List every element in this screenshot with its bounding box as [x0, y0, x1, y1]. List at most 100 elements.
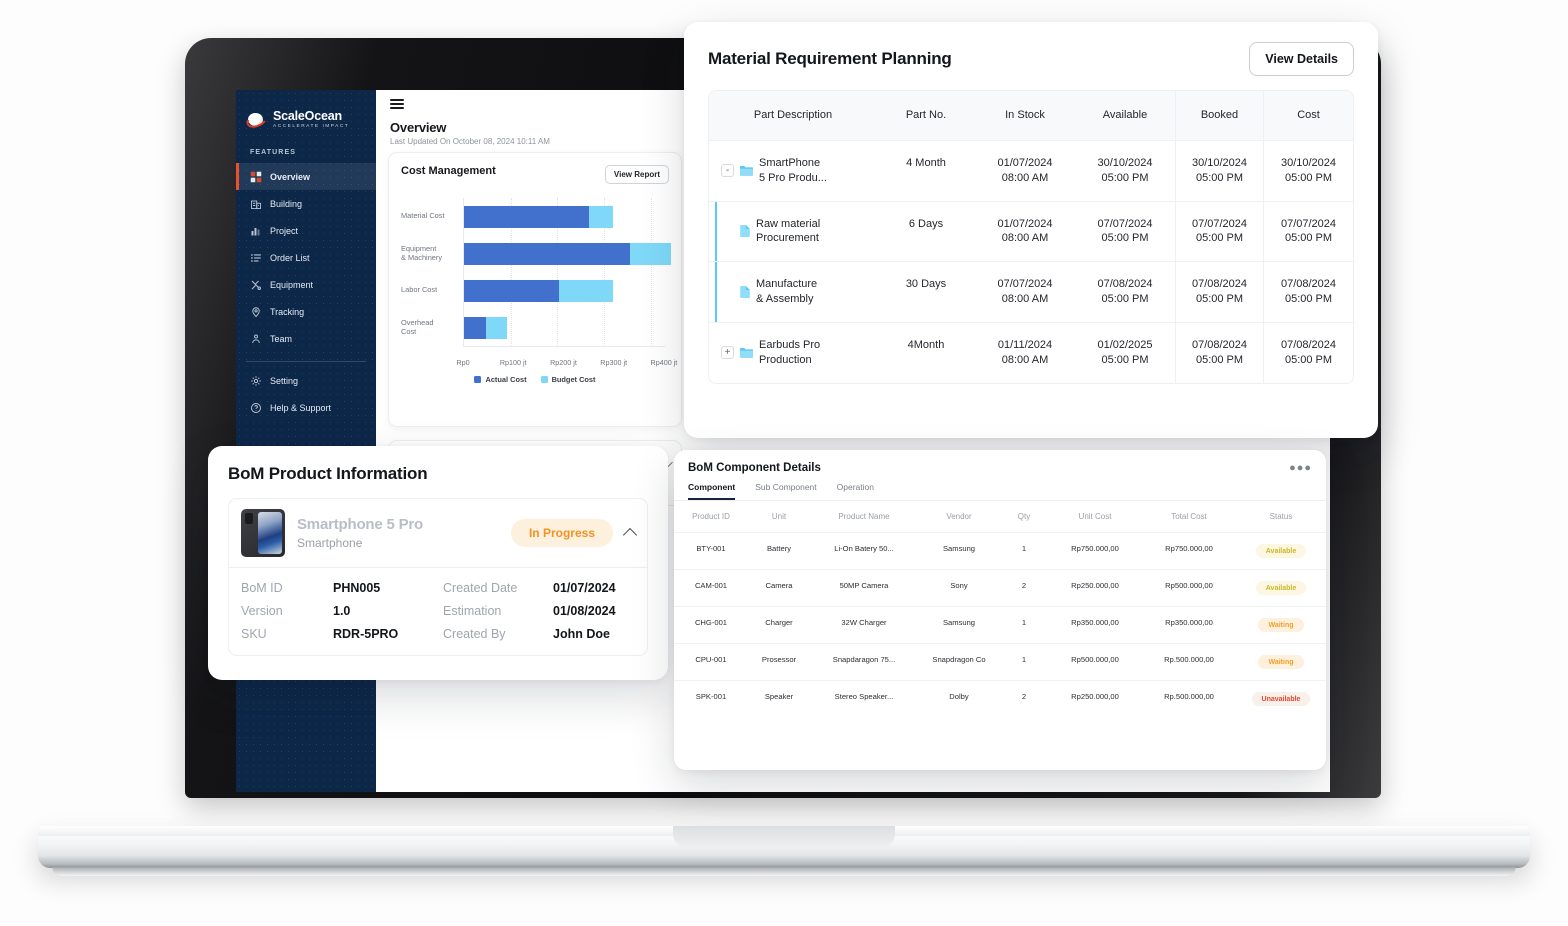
- table-row[interactable]: BTY-001 Battery Li-On Batery 50... Samsung 1…: [674, 533, 1326, 570]
- bom-cell: 1: [1021, 544, 1027, 553]
- mrp-table-row[interactable]: - SmartPhone 5 Pro Produ... 4 Month 01/07/20…: [709, 140, 1353, 202]
- chart-bar-actual: [464, 205, 589, 228]
- bom-cell: Snapdragon Co: [932, 655, 986, 664]
- tab-component[interactable]: Component: [688, 482, 736, 500]
- file-icon: [740, 225, 750, 238]
- sidebar-item-overview[interactable]: Overview: [236, 163, 376, 191]
- chart-bar-row: Labor Cost: [401, 272, 665, 309]
- mrp-cell: 01/02/2025 05:00 PM: [1097, 338, 1153, 366]
- view-report-button[interactable]: View Report: [604, 165, 669, 184]
- mrp-cell: 07/07/2024 08:00 AM: [997, 278, 1053, 306]
- sidebar-item-label: Building: [270, 198, 303, 209]
- chart-bar-budget: [629, 242, 671, 265]
- bom-column-header: Product ID: [692, 512, 730, 521]
- bom-cell: Camera: [765, 581, 793, 590]
- table-row[interactable]: CHG-001 Charger 32W Charger Samsung 1 Rp350.0…: [674, 607, 1326, 644]
- chart-legend-item: Budget Cost: [540, 375, 596, 384]
- bom-field-key: Estimation: [443, 604, 502, 618]
- mrp-table-row[interactable]: Raw material Procurement 6 Days 01/07/2024 0…: [709, 201, 1353, 263]
- tab-operation[interactable]: Operation: [837, 482, 874, 500]
- bom-cell: 2: [1021, 581, 1027, 590]
- sidebar-item-tracking[interactable]: Tracking: [236, 298, 376, 325]
- sidebar-item-order-list[interactable]: Order List: [236, 244, 376, 271]
- bom-cell: Rp750.000,00: [1165, 544, 1213, 553]
- tab-sub-component[interactable]: Sub Component: [755, 482, 816, 500]
- mrp-header: Material Requirement Planning View Detai…: [684, 22, 1378, 90]
- hamburger-icon[interactable]: [390, 96, 404, 111]
- folder-icon: [740, 165, 753, 176]
- file-icon: [740, 286, 750, 299]
- chart-x-tick: Rp400 jt: [650, 358, 678, 367]
- sidebar-item-equipment[interactable]: Equipment: [236, 271, 376, 298]
- mrp-expand-toggle[interactable]: -: [721, 164, 734, 178]
- brand-logo: ScaleOcean ACCELERATE IMPACT: [236, 90, 376, 135]
- material-requirement-planning-card: Material Requirement Planning View Detai…: [684, 22, 1378, 438]
- bom-cell: CHG-001: [694, 618, 728, 627]
- mrp-table-row[interactable]: Manufacture & Assembly 30 Days 07/07/2024 08…: [709, 262, 1353, 323]
- bom-field-value: PHN005: [333, 581, 381, 595]
- mrp-part-description: Earbuds Pro Production: [759, 338, 821, 366]
- chart-category-label: Overhead Cost: [401, 317, 434, 336]
- mrp-column-header: Available: [1102, 109, 1148, 121]
- mrp-table-row[interactable]: + Earbuds Pro Production 4Month 01/11/2024 08…: [709, 322, 1353, 383]
- sidebar-item-help-support[interactable]: Help & Support: [236, 394, 376, 421]
- scaleocean-logo-icon: [244, 110, 269, 131]
- chart-bar: [464, 205, 614, 228]
- mrp-header-row: Part Description Part No. In Stock Availabl…: [709, 91, 1353, 141]
- chart-bar: [464, 316, 507, 339]
- table-row[interactable]: SPK-001 Speaker Stereo Speaker... Dolby 2 Rp2…: [674, 681, 1326, 717]
- mrp-column-header: Cost: [1263, 91, 1353, 140]
- mrp-cell: 30/10/2024 05:00 PM: [1263, 140, 1353, 201]
- laptop-foot: [52, 866, 1516, 876]
- chart-bar-row: Overhead Cost: [401, 309, 665, 346]
- chart-x-tick: Rp300 jt: [600, 358, 628, 367]
- mrp-part-description: SmartPhone 5 Pro Produ...: [759, 156, 827, 184]
- bom-components-tabs: Component Sub Component Operation: [674, 474, 1326, 501]
- bom-product-summary-row[interactable]: Smartphone 5 Pro Smartphone In Progress: [229, 499, 647, 568]
- bom-cell: Rp500.000,00: [1071, 655, 1119, 664]
- bom-field-value: 01/07/2024: [553, 581, 616, 595]
- chart-bar-budget: [485, 316, 507, 339]
- bom-column-header: Qty: [1017, 512, 1031, 521]
- chart-bar-budget: [588, 205, 614, 228]
- mrp-expand-toggle[interactable]: +: [721, 346, 734, 360]
- bom-cell: Rp350.000,00: [1071, 618, 1119, 627]
- sidebar-item-setting[interactable]: Setting: [236, 367, 376, 394]
- chart-x-tick: Rp0: [456, 358, 470, 367]
- sidebar-item-label: Team: [270, 333, 293, 344]
- status-badge: Waiting: [1258, 655, 1304, 669]
- mrp-cell: - SmartPhone 5 Pro Produ...: [709, 141, 877, 201]
- people-icon: [252, 334, 260, 343]
- folder-icon: [740, 347, 753, 359]
- bom-cell: Rp750.000,00: [1071, 544, 1119, 553]
- sidebar-item-project[interactable]: Project: [236, 217, 376, 244]
- bom-column-header: Unit: [771, 512, 787, 521]
- chevron-up-icon[interactable]: [622, 527, 638, 543]
- bom-cell: Snapdaragon 75...: [832, 655, 896, 664]
- sidebar-item-building[interactable]: Building: [236, 190, 376, 217]
- bom-field-value: John Doe: [553, 627, 610, 641]
- table-row[interactable]: CPU-001 Prosessor Snapdaragon 75... Snapdra…: [674, 644, 1326, 681]
- ellipsis-icon[interactable]: ●●●: [1289, 462, 1312, 474]
- question-circle-icon: [251, 402, 261, 413]
- bom-column-header: Status: [1269, 512, 1293, 521]
- mrp-column-header: Booked: [1175, 91, 1263, 140]
- table-row[interactable]: CAM-001 Camera 50MP Camera Sony 2 Rp250.000,0…: [674, 570, 1326, 607]
- bom-cell: Battery: [766, 544, 792, 553]
- cost-bar-chart: Material Cost Equipment & Machinery Labor C…: [401, 198, 677, 373]
- chart-x-tick: Rp100 jt: [499, 358, 527, 367]
- sidebar-item-label: Order List: [270, 252, 310, 263]
- mrp-column-header: Part Description: [753, 109, 833, 121]
- chart-category-label: Material Cost: [401, 211, 445, 221]
- building-icon: [251, 200, 261, 209]
- bom-cell: 50MP Camera: [839, 581, 889, 590]
- mrp-cell: 01/07/2024 08:00 AM: [997, 156, 1053, 184]
- mrp-cell: 07/08/2024 05:00 PM: [1175, 322, 1263, 383]
- bom-cell: Stereo Speaker...: [834, 692, 894, 701]
- chart-category-label: Labor Cost: [401, 285, 438, 295]
- view-details-button[interactable]: View Details: [1249, 42, 1354, 76]
- bom-cell: Rp500.000,00: [1165, 581, 1213, 590]
- chart-bar: [464, 279, 614, 302]
- sidebar-item-team[interactable]: Team: [236, 325, 376, 352]
- status-badge: Available: [1255, 544, 1307, 558]
